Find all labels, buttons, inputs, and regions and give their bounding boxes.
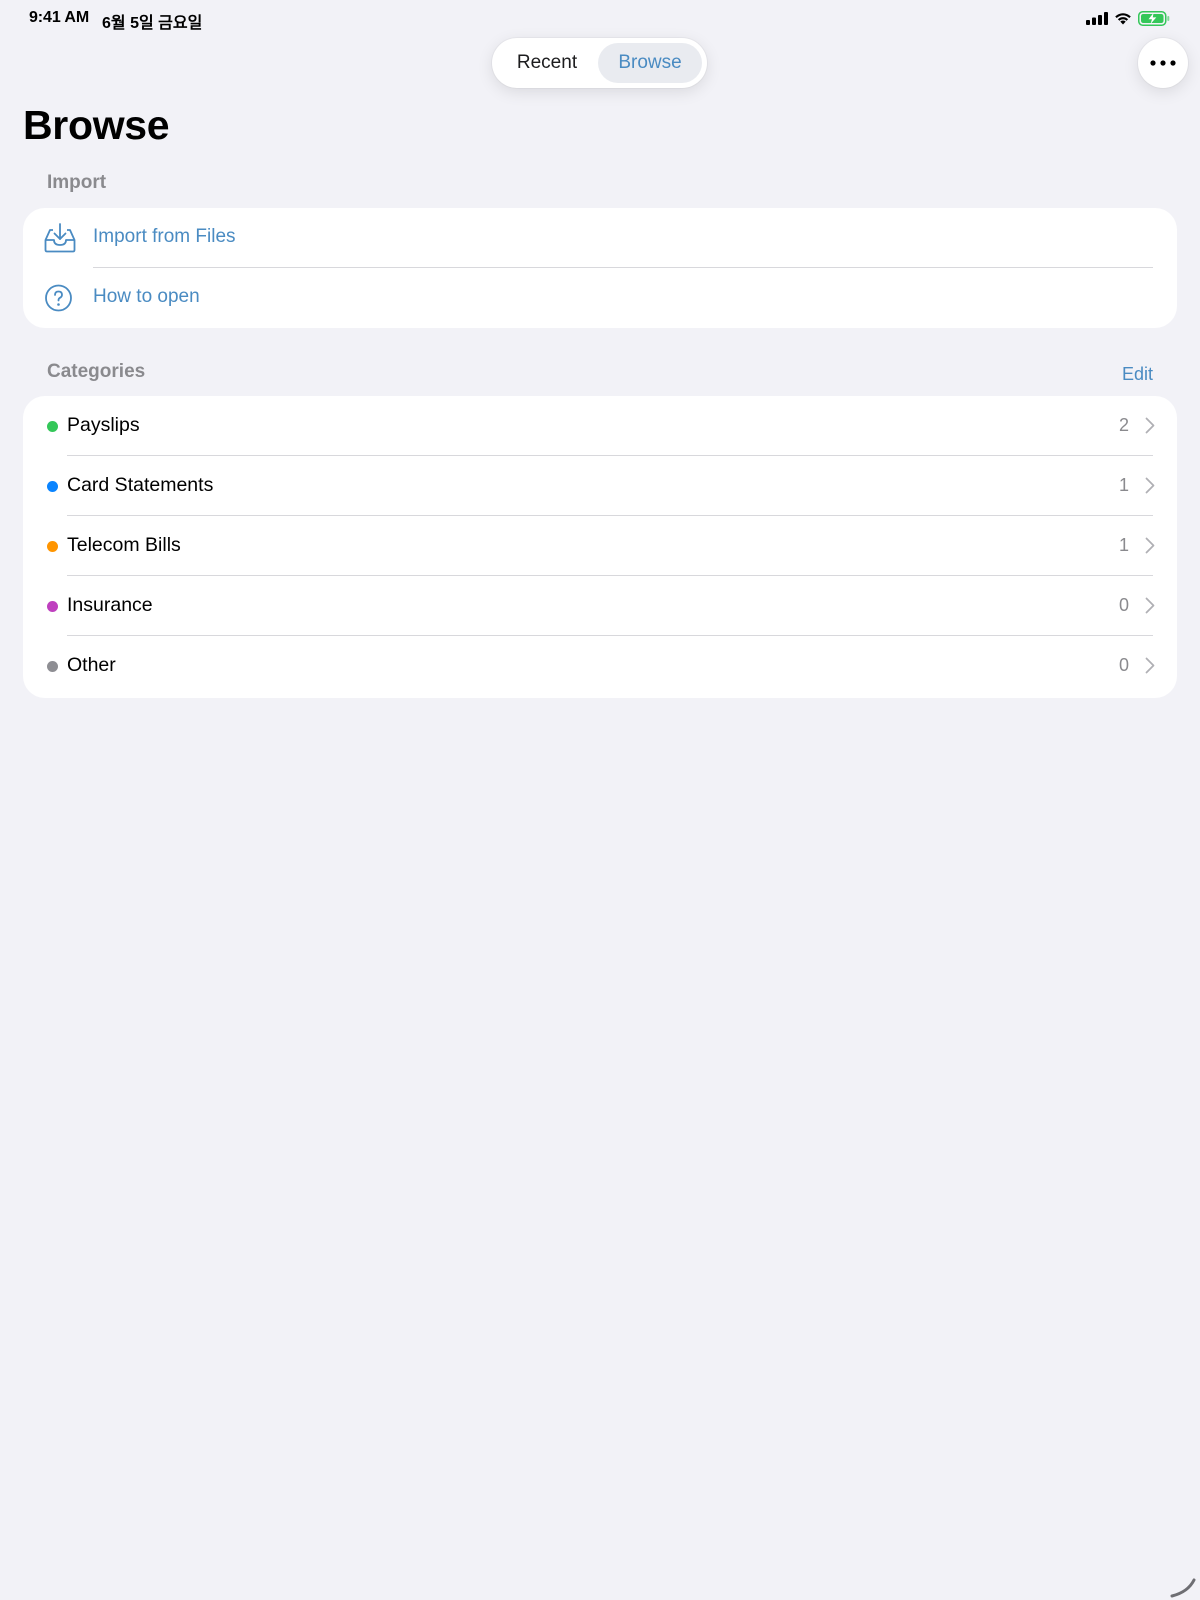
status-bar: 9:41 AM 6월 5일 금요일	[0, 0, 1200, 36]
category-label: Payslips	[67, 414, 140, 436]
category-label: Insurance	[67, 594, 153, 616]
edit-categories-button[interactable]: Edit	[1122, 364, 1153, 385]
chevron-right-icon	[1145, 417, 1155, 434]
categories-section-header: Categories	[47, 361, 146, 382]
category-count: 0	[1118, 595, 1129, 615]
category-label: Card Statements	[67, 474, 214, 496]
category-color-dot	[47, 601, 58, 612]
categories-card: Payslips 2 Card Statements 1 Telecom Bil…	[23, 396, 1177, 698]
category-row[interactable]: Telecom Bills 1	[23, 516, 1177, 576]
import-from-files-label: Import from Files	[93, 226, 236, 247]
status-time: 9:41 AM	[29, 9, 90, 26]
category-row[interactable]: Insurance 0	[23, 576, 1177, 636]
category-count: 1	[1118, 535, 1129, 555]
category-color-dot	[47, 481, 58, 492]
more-button[interactable]	[1138, 38, 1188, 88]
category-color-dot	[47, 541, 58, 552]
category-label: Telecom Bills	[67, 534, 181, 556]
status-icons	[1086, 10, 1170, 26]
cellular-signal-icon	[1086, 11, 1108, 25]
category-label: Other	[67, 654, 116, 676]
page-title: Browse	[23, 102, 170, 148]
import-section-header: Import	[47, 172, 107, 193]
import-card: Import from Files How to open	[23, 208, 1177, 328]
category-color-dot	[47, 421, 58, 432]
category-row[interactable]: Other 0	[23, 636, 1177, 696]
chevron-right-icon	[1145, 657, 1155, 674]
tray-download-icon	[44, 223, 76, 253]
segment-browse[interactable]: Browse	[598, 43, 702, 83]
how-to-open-row[interactable]: How to open	[23, 268, 1177, 328]
chevron-right-icon	[1145, 597, 1155, 614]
import-from-files-row[interactable]: Import from Files	[23, 208, 1177, 268]
chevron-right-icon	[1145, 477, 1155, 494]
chevron-right-icon	[1145, 537, 1155, 554]
how-to-open-label: How to open	[93, 286, 200, 307]
category-color-dot	[47, 661, 58, 672]
question-circle-icon	[45, 284, 72, 312]
segment-recent[interactable]: Recent	[498, 43, 596, 83]
ellipsis-icon	[1150, 60, 1176, 66]
category-count: 0	[1118, 655, 1129, 675]
category-count: 1	[1118, 475, 1129, 495]
wifi-icon	[1115, 12, 1131, 24]
battery-charging-icon	[1138, 10, 1170, 26]
category-row[interactable]: Card Statements 1	[23, 456, 1177, 516]
status-date: 6월 5일 금요일	[102, 15, 203, 32]
resize-handle-icon[interactable]	[1166, 1566, 1200, 1600]
category-count: 2	[1118, 415, 1129, 435]
category-row[interactable]: Payslips 2	[23, 396, 1177, 456]
view-segmented-control: Recent Browse	[492, 38, 707, 88]
